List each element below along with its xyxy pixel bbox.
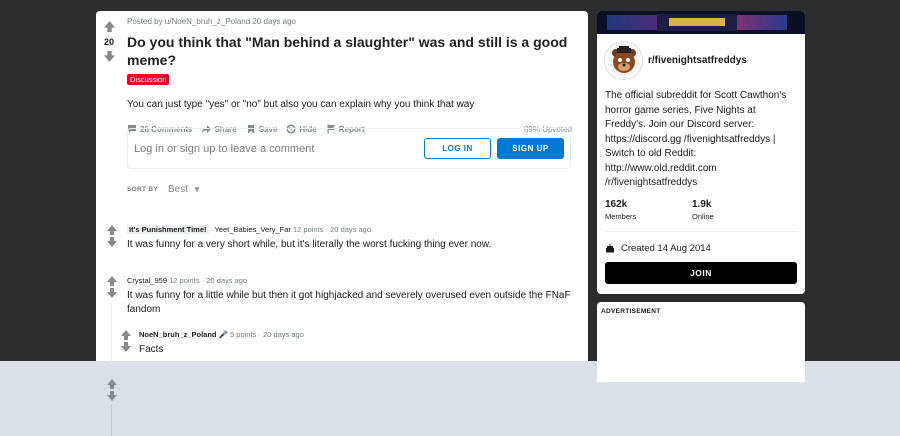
thread-line[interactable] xyxy=(111,404,112,436)
comment-meta: NoeN_bruh_z_Poland 🎤 5 points · 20 days … xyxy=(139,330,569,339)
online-label: Online xyxy=(692,211,714,221)
members-label: Members xyxy=(605,211,637,221)
comment-separator: · xyxy=(258,330,261,339)
comment-text: It was funny for a very short while, but… xyxy=(127,239,492,250)
comment-separator: · xyxy=(325,225,329,234)
members-count: 162k xyxy=(605,198,628,210)
community-banner xyxy=(597,11,805,34)
op-mic-icon: 🎤 xyxy=(218,330,228,339)
upvote-icon[interactable] xyxy=(106,224,118,236)
upvote-icon[interactable] xyxy=(106,275,118,287)
comment-points: 12 points xyxy=(293,225,324,234)
login-button[interactable]: LOG IN xyxy=(424,138,491,159)
online-count: 1.9k xyxy=(692,198,712,210)
comment: Crystal_959 12 points · 20 days ago It w… xyxy=(127,276,577,317)
comment: It's Punishment Time! Yeet_Babies_Very_F… xyxy=(127,225,577,252)
upvote-icon[interactable] xyxy=(106,378,118,390)
comment-time[interactable]: 20 days ago xyxy=(263,330,304,339)
created-text: Created 14 Aug 2014 xyxy=(621,242,711,254)
post-card: 20 Posted by u/NoeN_bruh_z_Poland 20 day… xyxy=(96,11,588,361)
join-button[interactable]: JOIN xyxy=(605,261,797,284)
freddy-avatar-icon[interactable] xyxy=(605,42,642,79)
created-date: Created 14 Aug 2014 xyxy=(597,232,805,254)
comment-meta: Crystal_959 12 points · 20 days ago xyxy=(127,276,577,285)
cake-icon xyxy=(606,243,614,253)
downvote-icon[interactable] xyxy=(106,390,118,402)
comment-text: Facts xyxy=(139,344,164,355)
login-prompt-box: Log in or sign up to leave a comment LOG… xyxy=(127,128,571,169)
login-prompt-text: Log in or sign up to leave a comment xyxy=(134,142,315,155)
signup-button[interactable]: SIGN UP xyxy=(497,138,564,159)
community-header: r/fivenightsatfreddys xyxy=(597,34,805,79)
comment-points: 5 points xyxy=(230,330,257,339)
post-flair[interactable]: Discussion xyxy=(127,74,170,85)
next-comment-partial xyxy=(96,361,588,436)
downvote-icon[interactable] xyxy=(120,341,132,353)
sort-control: SORT BY Best ▼ xyxy=(127,184,201,195)
comment-vote xyxy=(106,224,118,248)
comment-author[interactable]: NoeN_bruh_z_Poland xyxy=(139,330,217,339)
comment-separator: · xyxy=(201,276,205,285)
post-main: Posted by u/NoeN_bruh_z_Poland 20 days a… xyxy=(127,17,577,134)
community-card: r/fivenightsatfreddys The official subre… xyxy=(597,11,805,294)
comment-time[interactable]: 20 days ago xyxy=(330,225,371,234)
sidebar: r/fivenightsatfreddys The official subre… xyxy=(597,11,805,382)
comment-points: 12 points xyxy=(169,276,200,285)
members-stat: 162k Members xyxy=(605,199,692,221)
comment-text: It was funny for a little while but then… xyxy=(127,290,571,315)
post-meta: Posted by u/NoeN_bruh_z_Poland 20 days a… xyxy=(127,17,297,26)
post-score: 20 xyxy=(103,37,114,47)
sort-dropdown[interactable]: Best xyxy=(168,184,188,195)
sort-label: SORT BY xyxy=(127,186,158,193)
downvote-icon[interactable] xyxy=(106,287,118,299)
comment-vote xyxy=(106,275,118,299)
user-flair: It's Punishment Time! xyxy=(127,225,209,234)
upvote-icon[interactable] xyxy=(101,19,117,33)
caret-down-icon[interactable]: ▼ xyxy=(193,185,201,194)
comment-vote xyxy=(106,378,118,402)
comment-time[interactable]: 20 days ago xyxy=(206,276,247,285)
comment-reply: NoeN_bruh_z_Poland 🎤 5 points · 20 days … xyxy=(139,330,569,357)
community-name[interactable]: r/fivenightsatfreddys xyxy=(648,55,747,66)
advertisement-label: ADVERTISEMENT xyxy=(601,307,661,315)
downvote-icon[interactable] xyxy=(101,49,117,63)
online-stat: 1.9k Online xyxy=(692,199,779,221)
advertisement-card: ADVERTISEMENT xyxy=(597,301,805,382)
comment-vote xyxy=(120,329,132,353)
post-body: You can just type "yes" or "no" but also… xyxy=(127,99,475,110)
comment-author[interactable]: Yeet_Babies_Very_Far xyxy=(214,225,290,234)
post-vote-column: 20 xyxy=(96,11,122,63)
comment-author[interactable]: Crystal_959 xyxy=(127,276,167,285)
downvote-icon[interactable] xyxy=(106,236,118,248)
comment-meta: It's Punishment Time! Yeet_Babies_Very_F… xyxy=(127,225,577,234)
thread-line[interactable] xyxy=(111,302,112,361)
community-description: The official subreddit for Scott Cawthon… xyxy=(605,90,787,188)
post-title[interactable]: Do you think that "Man behind a slaughte… xyxy=(127,33,577,69)
community-stats: 162k Members 1.9k Online xyxy=(597,191,805,221)
upvote-icon[interactable] xyxy=(120,329,132,341)
